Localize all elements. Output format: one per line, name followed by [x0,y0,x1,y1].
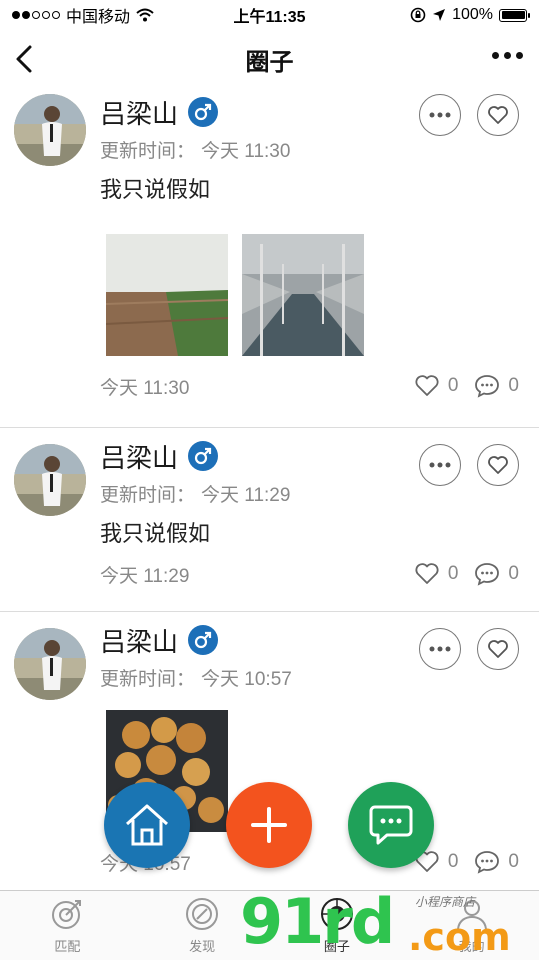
rotation-lock-icon [410,7,426,23]
more-button[interactable] [419,628,461,670]
navigation-bar: 圈子 [0,30,539,88]
like-count: 0 [447,851,459,872]
add-post-button[interactable] [226,782,312,868]
compass-icon [186,898,219,930]
tab-label: 发现 [189,939,216,954]
update-label: 更新时间： [100,141,196,162]
avatar[interactable] [14,94,86,166]
battery-percent: 100% [452,6,493,23]
comment-count: 0 [508,375,519,396]
status-bar: 中国移动 上午11:35 100% [0,0,539,30]
comment-button[interactable]: 0 [474,562,519,586]
male-gender-icon [188,625,219,655]
like-count: 0 [447,375,459,396]
update-time: 今天 11:29 [201,485,291,506]
tab-circle[interactable]: 圈子 [270,891,405,960]
author-name[interactable]: 吕梁山 [100,438,178,475]
heart-icon [488,106,508,124]
tab-discover[interactable]: 发现 [135,891,270,960]
post-feed: 吕梁山 更新时间： 今天 11:30 我只说假如 今天 11:30 0 0 吕梁… [0,88,539,902]
like-count: 0 [447,563,459,584]
avatar[interactable] [14,628,86,700]
home-icon [125,804,169,846]
comment-bubble-icon [475,851,500,874]
plus-icon [251,807,287,843]
tab-label: 圈子 [323,939,350,954]
target-icon [52,900,82,929]
post-card: 吕梁山 更新时间： 今天 11:29 我只说假如 今天 11:29 0 0 [0,428,539,612]
ellipsis-icon [429,462,451,468]
update-label: 更新时间： [100,669,196,690]
chat-button[interactable] [348,782,434,868]
like-button[interactable]: 0 [414,374,459,398]
tab-mine[interactable]: 我的 [404,891,539,960]
chat-bubble-icon [369,805,413,845]
update-time: 今天 10:57 [201,669,292,690]
ellipsis-icon [429,112,451,118]
tab-label: 我的 [458,939,485,954]
comment-bubble-icon [475,563,500,586]
author-name[interactable]: 吕梁山 [100,622,178,659]
post-time: 今天 11:29 [100,565,190,587]
page-title: 圈子 [245,48,294,76]
comment-bubble-icon [475,375,500,398]
male-gender-icon [188,441,219,471]
follow-heart-button[interactable] [477,444,519,486]
follow-heart-button[interactable] [477,628,519,670]
post-time: 今天 11:30 [100,377,190,399]
user-icon [456,900,487,930]
more-button[interactable] [419,444,461,486]
battery-icon [499,8,530,22]
post-card: 吕梁山 更新时间： 今天 11:30 我只说假如 今天 11:30 0 0 [0,88,539,428]
avatar[interactable] [14,444,86,516]
comment-button[interactable]: 0 [474,850,519,874]
more-options-icon[interactable] [492,52,523,59]
comment-count: 0 [508,563,519,584]
like-button[interactable]: 0 [414,562,459,586]
carrier-label: 中国移动 [66,9,131,26]
post-photo-subway[interactable] [242,234,364,356]
heart-icon [415,563,439,584]
post-text: 我只说假如 [100,521,211,546]
comment-button[interactable]: 0 [474,374,519,398]
location-arrow-icon [433,9,446,21]
post-text: 我只说假如 [100,177,211,202]
home-button[interactable] [104,782,190,868]
circle-icon [320,898,353,930]
update-label: 更新时间： [100,485,196,506]
more-button[interactable] [419,94,461,136]
wifi-icon [136,8,154,22]
author-name[interactable]: 吕梁山 [100,94,178,131]
heart-icon [488,456,508,474]
heart-icon [415,375,439,396]
tab-bar: 匹配 发现 圈子 我的 [0,890,539,960]
post-photo-field[interactable] [106,234,228,356]
male-gender-icon [188,97,219,127]
heart-icon [488,640,508,658]
tab-label: 匹配 [54,939,81,954]
back-arrow-icon[interactable] [10,42,40,76]
signal-strength-icon [12,11,60,19]
comment-count: 0 [508,851,519,872]
ellipsis-icon [429,646,451,652]
update-time: 今天 11:30 [201,141,291,162]
follow-heart-button[interactable] [477,94,519,136]
tab-match[interactable]: 匹配 [0,891,135,960]
